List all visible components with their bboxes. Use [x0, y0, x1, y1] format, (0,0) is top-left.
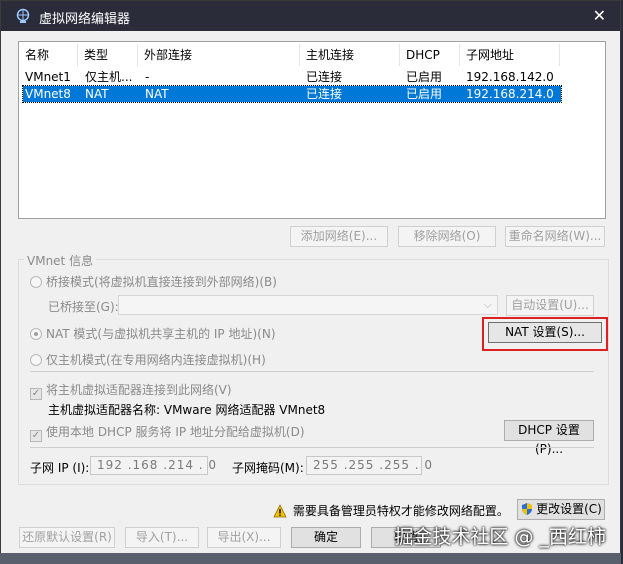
table-row[interactable]: VMnet1 仅主机... - 已连接 已启用 192.168.142.0 [23, 69, 561, 85]
bridged-mode-radio[interactable]: 桥接模式(将虚拟机直接连接到外部网络)(B) [30, 273, 277, 290]
cell-dhcp: 已启用 [406, 70, 443, 84]
nat-mode-label: NAT 模式(与虚拟机共享主机的 IP 地址)(N) [46, 327, 276, 341]
shield-icon [522, 503, 533, 515]
table-row[interactable]: VMnet8 NAT NAT 已连接 已启用 192.168.214.0 [22, 85, 562, 103]
cell-dhcp: 已启用 [406, 87, 443, 101]
watermark-text: 掘金技术社区 @ _西红柿 [394, 526, 606, 548]
network-list-header: 名称 类型 外部连接 主机连接 DHCP 子网地址 [19, 44, 605, 66]
connect-adapter-label: 将主机虚拟适配器连接到此网络(V) [46, 383, 232, 397]
network-editor-icon [16, 8, 30, 23]
rename-network-button[interactable]: 重命名网络(W)... [505, 226, 605, 247]
subnet-mask-label: 子网掩码(M): [232, 461, 304, 475]
bridged-to-label: 已桥接至(G): [48, 300, 119, 314]
cell-host: 已连接 [306, 70, 343, 84]
auto-settings-button[interactable]: 自动设置(U)... [506, 295, 594, 316]
divider [30, 371, 594, 372]
cell-type: 仅主机... [85, 70, 133, 84]
title-bar: 虚拟网络编辑器 ✕ [1, 1, 620, 31]
column-header-host[interactable]: 主机连接 [300, 44, 400, 66]
dhcp-label: 使用本地 DHCP 服务将 IP 地址分配给虚拟机(D) [46, 425, 305, 439]
highlight-box [482, 317, 608, 351]
dhcp-checkbox[interactable]: ✓ 使用本地 DHCP 服务将 IP 地址分配给虚拟机(D) [30, 423, 305, 442]
cell-name: VMnet8 [25, 87, 71, 101]
column-header-name[interactable]: 名称 [19, 44, 78, 66]
nat-mode-radio[interactable]: NAT 模式(与虚拟机共享主机的 IP 地址)(N) [30, 325, 276, 342]
desktop-background-strip [0, 553, 621, 564]
network-list[interactable]: 名称 类型 外部连接 主机连接 DHCP 子网地址 VMnet1 仅主机... … [18, 41, 606, 219]
bridged-mode-label: 桥接模式(将虚拟机直接连接到外部网络)(B) [46, 275, 277, 289]
change-settings-label: 更改设置(C) [536, 502, 602, 516]
host-only-radio[interactable]: 仅主机模式(在专用网络内连接虚拟机)(H) [30, 351, 266, 368]
import-button[interactable]: 导入(T)... [125, 527, 199, 548]
cell-name: VMnet1 [25, 70, 71, 84]
dhcp-settings-button[interactable]: DHCP 设置(P)... [504, 420, 594, 456]
admin-notice-text: 需要具备管理员特权才能修改网络配置。 [292, 504, 509, 518]
radio-indicator [30, 328, 42, 340]
column-header-subnet[interactable]: 子网地址 [460, 44, 560, 66]
subnet-ip-field[interactable]: 192 .168 .214 . 0 [90, 456, 216, 475]
radio-indicator [30, 354, 42, 366]
bridged-to-select[interactable]: ⌵ [118, 295, 498, 315]
restore-defaults-button[interactable]: 还原默认设置(R) [19, 527, 115, 548]
vmnet-info-title: VMnet 信息 [24, 252, 97, 269]
virtual-network-editor-window: 虚拟网络编辑器 ✕ 名称 类型 外部连接 主机连接 DHCP 子网地址 VMne… [0, 0, 621, 564]
chevron-down-icon: ⌵ [483, 298, 492, 311]
host-only-label: 仅主机模式(在专用网络内连接虚拟机)(H) [46, 353, 266, 367]
column-header-dhcp[interactable]: DHCP [400, 44, 460, 66]
checkbox-indicator: ✓ [30, 430, 42, 442]
cell-external: NAT [145, 87, 169, 101]
cell-type: NAT [85, 87, 109, 101]
ok-button[interactable]: 确定 [291, 527, 361, 548]
vmnet-info-group [18, 259, 609, 485]
column-header-external[interactable]: 外部连接 [138, 44, 300, 66]
remove-network-button[interactable]: 移除网络(O) [398, 226, 496, 247]
change-settings-button[interactable]: 更改设置(C) [517, 499, 605, 520]
warning-icon [273, 504, 287, 518]
checkbox-indicator: ✓ [30, 388, 42, 400]
connect-adapter-checkbox[interactable]: ✓ 将主机虚拟适配器连接到此网络(V) [30, 381, 232, 400]
subnet-ip-label: 子网 IP (I): [30, 461, 90, 475]
close-icon[interactable]: ✕ [593, 6, 606, 25]
cell-subnet: 192.168.142.0 [466, 70, 554, 84]
export-button[interactable]: 导出(X)... [207, 527, 281, 548]
cell-subnet: 192.168.214.0 [466, 87, 554, 101]
add-network-button[interactable]: 添加网络(E)... [290, 226, 388, 247]
divider [30, 447, 594, 448]
cell-host: 已连接 [306, 87, 343, 101]
column-header-type[interactable]: 类型 [78, 44, 138, 66]
window-title: 虚拟网络编辑器 [39, 12, 131, 27]
admin-notice: 需要具备管理员特权才能修改网络配置。 [273, 502, 509, 519]
radio-indicator [30, 276, 42, 288]
adapter-name-text: 主机虚拟适配器名称: VMware 网络适配器 VMnet8 [48, 403, 326, 417]
subnet-mask-field[interactable]: 255 .255 .255 . 0 [306, 456, 432, 475]
cell-external: - [145, 70, 150, 84]
